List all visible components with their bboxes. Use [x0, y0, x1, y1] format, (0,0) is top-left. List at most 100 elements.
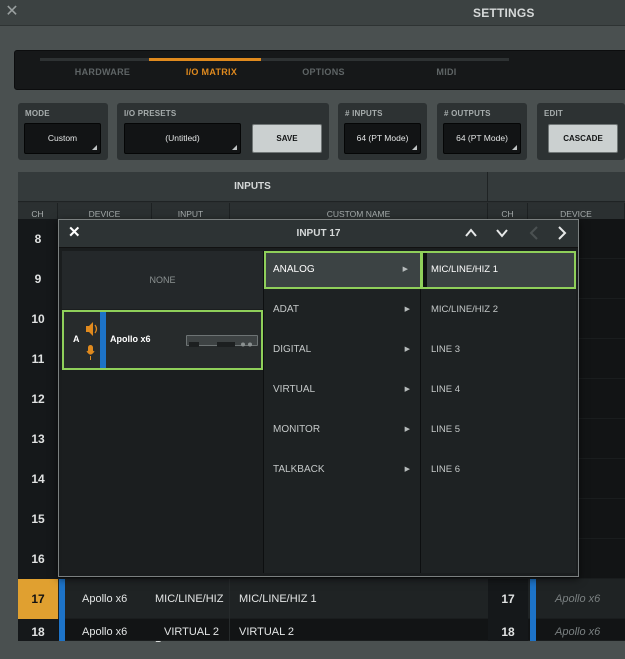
- channel-number: 8: [18, 219, 58, 259]
- tab-options[interactable]: OPTIONS: [261, 51, 386, 91]
- mode-dropdown[interactable]: Custom: [24, 123, 101, 154]
- outputs-panel: # OUTPUTS 64 (PT Mode): [437, 103, 527, 160]
- right-device: Apollo x6: [555, 593, 601, 605]
- channel-number-right: 18: [488, 619, 528, 641]
- input-option-list: MIC/LINE/HIZ 1 MIC/LINE/HIZ 2 LINE 3 LIN…: [421, 251, 576, 573]
- chevron-right-icon: ▶: [404, 306, 410, 313]
- input-option[interactable]: LINE 4: [421, 371, 576, 409]
- chevron-left-icon[interactable]: [529, 225, 539, 244]
- device-name: Apollo x6: [110, 334, 151, 344]
- device-status-icons: [84, 320, 100, 362]
- inputs-panel: # INPUTS 64 (PT Mode): [338, 103, 427, 160]
- tab-label: HARDWARE: [74, 67, 131, 77]
- window-title: SETTINGS: [473, 6, 535, 20]
- chevron-right-icon[interactable]: [557, 225, 567, 244]
- io-presets-label: I/O PRESETS: [124, 109, 177, 118]
- title-bar: ✕ SETTINGS: [0, 0, 625, 26]
- channel-number-right: 17: [488, 579, 528, 619]
- channel-number: 11: [18, 339, 58, 379]
- category-label: ADAT: [273, 304, 299, 315]
- category-monitor[interactable]: MONITOR ▶: [264, 411, 422, 449]
- mode-panel: MODE Custom: [18, 103, 108, 160]
- input-cell[interactable]: VIRTUAL 2: [152, 619, 230, 641]
- right-device: Apollo x6: [555, 626, 601, 638]
- tab-bar: HARDWARE I/O MATRIX OPTIONS MIDI: [14, 50, 625, 90]
- category-label: DIGITAL: [273, 344, 312, 355]
- device-cell[interactable]: Apollo x6: [82, 619, 152, 641]
- none-option[interactable]: NONE: [62, 251, 263, 309]
- tab-indicator: [149, 58, 274, 61]
- device-color-bar: [59, 579, 65, 619]
- input-option[interactable]: LINE 6: [421, 451, 576, 489]
- inputs-dropdown[interactable]: 64 (PT Mode): [344, 123, 421, 154]
- inputs-label: # INPUTS: [345, 109, 383, 118]
- device-color-bar: [530, 579, 536, 619]
- chevron-right-icon: ▶: [404, 466, 410, 473]
- channel-number: 10: [18, 299, 58, 339]
- device-slot-letter: A: [73, 334, 80, 344]
- input-option[interactable]: LINE 5: [421, 411, 576, 449]
- table-row[interactable]: 18 Apollo x6 VIRTUAL 2 VIRTUAL 2 18 Apol…: [18, 619, 625, 641]
- custom-name-cell[interactable]: MIC/LINE/HIZ 1: [239, 579, 488, 619]
- device-cell[interactable]: Apollo x6: [82, 579, 152, 619]
- category-label: MONITOR: [273, 424, 321, 435]
- category-list: ANALOG ▶ ADAT ▶ DIGITAL ▶ VIRTUAL ▶ MONITOR ▶…: [263, 251, 422, 573]
- category-talkback[interactable]: TALKBACK ▶: [264, 451, 422, 489]
- device-color-bar: [59, 619, 65, 641]
- category-virtual[interactable]: VIRTUAL ▶: [264, 371, 422, 409]
- device-color-bar: [530, 619, 536, 641]
- channel-number: 12: [18, 379, 58, 419]
- table-header: INPUTS: [18, 172, 625, 202]
- device-color-bar: [100, 312, 106, 368]
- input-option[interactable]: MIC/LINE/HIZ 1: [421, 251, 576, 289]
- input-option[interactable]: MIC/LINE/HIZ 2: [421, 291, 576, 329]
- category-label: ANALOG: [273, 264, 315, 275]
- channel-number: 16: [18, 539, 58, 579]
- cascade-button[interactable]: CASCADE: [548, 124, 618, 153]
- category-digital[interactable]: DIGITAL ▶: [264, 331, 422, 369]
- picker-header: ✕ INPUT 17: [59, 220, 578, 248]
- tab-io-matrix[interactable]: I/O MATRIX: [149, 51, 274, 91]
- tab-hardware[interactable]: HARDWARE: [40, 51, 165, 91]
- input-option[interactable]: LINE 3: [421, 331, 576, 369]
- category-label: VIRTUAL: [273, 384, 316, 395]
- speaker-mic-icon: [86, 322, 98, 360]
- channel-number: 14: [18, 459, 58, 499]
- io-presets-dropdown[interactable]: (Untitled): [124, 123, 241, 154]
- channel-number: 17: [18, 579, 58, 619]
- outputs-label: # OUTPUTS: [444, 109, 491, 118]
- input-cell[interactable]: MIC/LINE/HIZ 1: [152, 579, 230, 645]
- edit-label: EDIT: [544, 109, 564, 118]
- tab-label: I/O MATRIX: [185, 67, 238, 77]
- tab-midi[interactable]: MIDI: [384, 51, 509, 91]
- inputs-section-title: INPUTS: [18, 172, 488, 202]
- mode-label: MODE: [25, 109, 50, 118]
- outputs-dropdown[interactable]: 64 (PT Mode): [443, 123, 521, 154]
- edit-panel: EDIT CASCADE: [537, 103, 625, 160]
- io-presets-panel: I/O PRESETS (Untitled) SAVE: [117, 103, 329, 160]
- category-analog[interactable]: ANALOG ▶: [264, 251, 422, 289]
- save-button[interactable]: SAVE: [252, 124, 322, 153]
- chevron-right-icon: ▶: [404, 386, 410, 393]
- category-adat[interactable]: ADAT ▶: [264, 291, 422, 329]
- channel-number: 18: [18, 619, 58, 641]
- chevron-right-icon: ▶: [402, 266, 408, 273]
- chevron-up-icon[interactable]: [465, 225, 477, 244]
- tab-label: OPTIONS: [302, 67, 345, 77]
- channel-number: 9: [18, 259, 58, 299]
- chevron-right-icon: ▶: [404, 426, 410, 433]
- chevron-down-icon[interactable]: [496, 225, 508, 244]
- input-source-picker: ✕ INPUT 17 NONE A Apollo x6 ANALOG ▶ ADA…: [58, 219, 579, 577]
- channel-number: 15: [18, 499, 58, 539]
- tab-indicator: [384, 58, 509, 61]
- apollo-x6-device-image: [186, 335, 258, 347]
- close-window-icon[interactable]: ✕: [4, 3, 20, 21]
- chevron-right-icon: ▶: [404, 346, 410, 353]
- device-option-apollo-x6[interactable]: A Apollo x6: [62, 310, 263, 370]
- custom-name-cell[interactable]: VIRTUAL 2: [239, 619, 488, 641]
- channel-number: 13: [18, 419, 58, 459]
- device-list: NONE A Apollo x6: [62, 251, 263, 573]
- table-row-selected[interactable]: 17 Apollo x6 MIC/LINE/HIZ 1 MIC/LINE/HIZ…: [18, 579, 625, 645]
- tab-indicator: [261, 58, 386, 61]
- tab-label: MIDI: [436, 67, 457, 77]
